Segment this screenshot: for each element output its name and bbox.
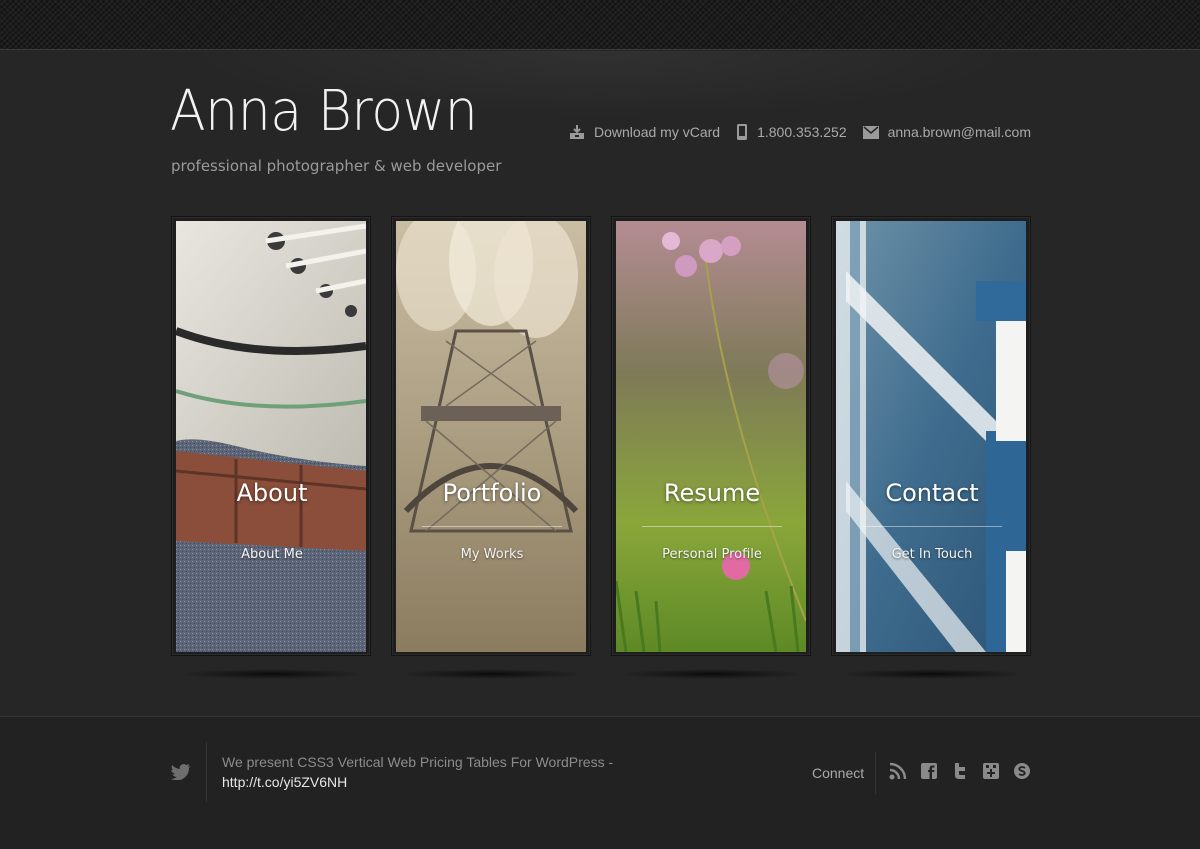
phone-item: 1.800.353.252: [736, 124, 847, 140]
railing-photo: [836, 221, 1026, 652]
card-title: About: [236, 479, 308, 507]
card-subtitle: About Me: [241, 547, 303, 562]
twitter-icon[interactable]: [951, 762, 969, 780]
tweet-text: We present CSS3 Vertical Web Pricing Tab…: [222, 754, 614, 770]
eiffel-tower-photo: [396, 221, 586, 652]
phone-number: 1.800.353.252: [757, 124, 847, 140]
footer-divider: [875, 752, 876, 794]
phone-icon: [736, 124, 748, 140]
card-shadow: [398, 669, 586, 679]
card-subtitle: Get In Touch: [891, 547, 973, 562]
email-address: anna.brown@mail.com: [887, 124, 1031, 140]
card-subtitle: Personal Profile: [662, 547, 762, 562]
email-link[interactable]: anna.brown@mail.com: [862, 124, 1031, 140]
tweet-link[interactable]: http://t.co/yi5ZV6NH: [222, 774, 347, 790]
latest-tweet: We present CSS3 Vertical Web Pricing Tab…: [222, 752, 662, 792]
card-contact[interactable]: Contact Get In Touch: [831, 216, 1031, 679]
top-bar: [0, 0, 1200, 50]
card-shadow: [838, 669, 1026, 679]
card-portfolio[interactable]: Portfolio My Works: [391, 216, 591, 679]
card-divider: [642, 526, 782, 527]
contact-bar: Download my vCard 1.800.353.252 anna.bro…: [569, 124, 1031, 140]
vcard-label: Download my vCard: [594, 124, 721, 140]
flower-photo: [616, 221, 806, 652]
site-tagline: professional photographer & web develope…: [171, 157, 502, 175]
footer-divider: [206, 742, 207, 802]
card-resume[interactable]: Resume Personal Profile: [611, 216, 811, 679]
card-shadow: [618, 669, 806, 679]
connect-label: Connect: [812, 765, 865, 781]
card-title: Contact: [885, 479, 979, 507]
sneaker-photo: [176, 221, 366, 652]
card-subtitle: My Works: [460, 547, 524, 562]
card-title: Resume: [663, 479, 761, 507]
card-divider: [202, 526, 342, 527]
card-title: Portfolio: [442, 479, 542, 507]
download-vcard-link[interactable]: Download my vCard: [569, 124, 720, 140]
card-divider: [422, 526, 562, 527]
rss-icon[interactable]: [889, 762, 907, 780]
mail-icon: [862, 125, 879, 139]
twitter-bird-icon: [171, 764, 191, 784]
card-about[interactable]: About About Me: [171, 216, 371, 679]
social-links: [889, 762, 1031, 780]
skype-icon[interactable]: [1013, 762, 1031, 780]
facebook-icon[interactable]: [920, 762, 938, 780]
card-divider: [862, 526, 1002, 527]
google-plus-icon[interactable]: [982, 762, 1000, 780]
card-shadow: [178, 669, 366, 679]
site-title[interactable]: Anna Brown: [170, 76, 478, 148]
download-icon: [569, 124, 585, 140]
